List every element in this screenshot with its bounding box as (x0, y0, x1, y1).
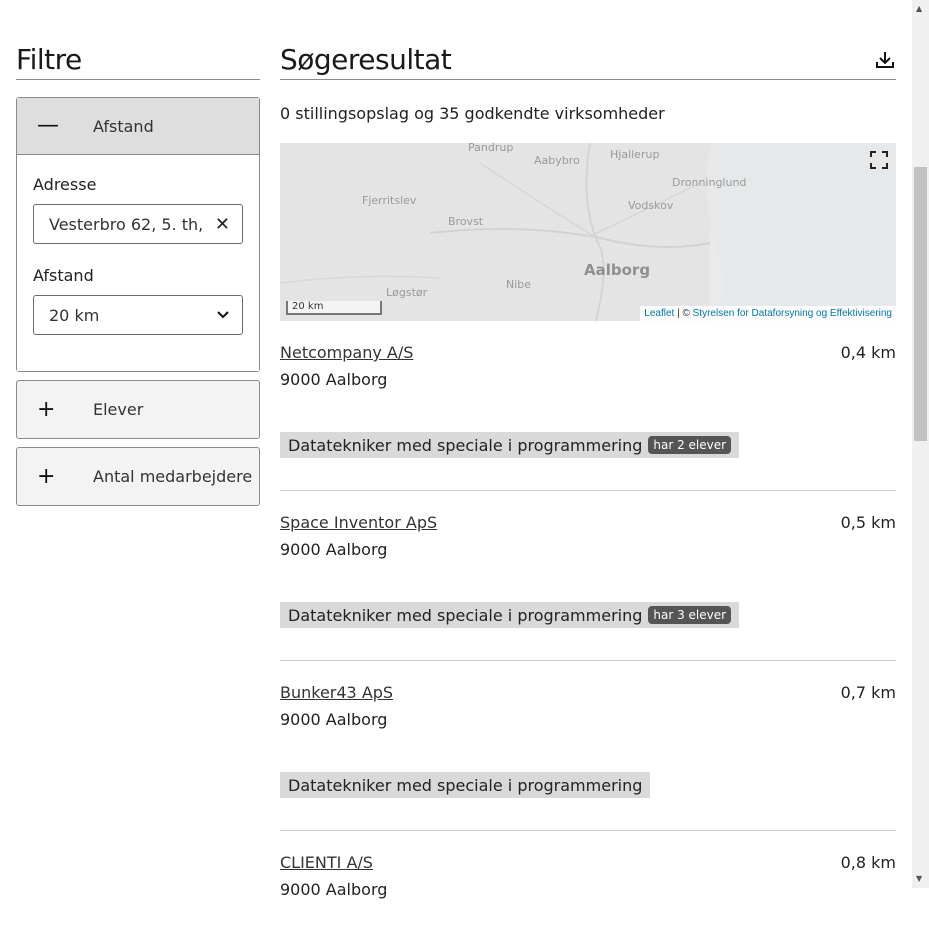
map[interactable]: Pandrup Aabybro Hjallerup Dronninglund F… (280, 143, 896, 321)
company-link[interactable]: Space Inventor ApS (280, 513, 437, 532)
company-city: 9000 Aalborg (280, 540, 388, 559)
students-badge: har 3 elever (648, 606, 732, 624)
company-link[interactable]: Bunker43 ApS (280, 683, 393, 702)
results-header: Søgeresultat (280, 40, 896, 80)
scroll-up-icon[interactable]: ▲ (916, 4, 922, 13)
accordion-students-label: Elever (93, 400, 144, 419)
results-panel: Søgeresultat 0 stillingsopslag og 35 god… (280, 40, 896, 931)
map-scale: 20 km (286, 301, 382, 315)
results-list: Netcompany A/S 0,4 km 9000 Aalborg Datat… (280, 321, 896, 931)
map-town: Hjallerup (610, 148, 660, 161)
map-town: Vodskov (628, 199, 674, 212)
company-distance: 0,7 km (840, 683, 896, 702)
map-town: Fjerritslev (362, 194, 417, 207)
education-tag: Datatekniker med speciale i programmerin… (280, 432, 740, 458)
accordion-distance-body: Adresse Vesterbro 62, 5. th, 9 ✕ Afstand… (17, 155, 259, 371)
company-link[interactable]: Netcompany A/S (280, 343, 413, 362)
leaflet-link[interactable]: Leaflet (644, 308, 674, 319)
accordion-distance: — Afstand Adresse Vesterbro 62, 5. th, 9… (16, 97, 260, 372)
map-town: Brovst (448, 215, 484, 228)
education-tag-label: Datatekniker med speciale i programmerin… (288, 605, 643, 625)
company-city: 9000 Aalborg (280, 370, 388, 389)
map-town: Løgstør (386, 286, 428, 299)
company-distance: 0,4 km (840, 343, 896, 362)
list-item: Netcompany A/S 0,4 km 9000 Aalborg Datat… (280, 321, 896, 491)
address-input[interactable]: Vesterbro 62, 5. th, 9 ✕ (33, 204, 243, 244)
map-background (280, 143, 896, 321)
accordion-distance-label: Afstand (93, 116, 154, 136)
distance-select-value: 20 km (49, 305, 100, 325)
accordion-employees-toggle[interactable]: + Antal medarbejdere (17, 448, 259, 505)
map-town: Aabybro (534, 154, 580, 167)
scrollbar-thumb[interactable] (914, 167, 927, 441)
accordion-students: + Elever (16, 380, 260, 439)
map-town: Nibe (506, 278, 532, 291)
scroll-down-icon[interactable]: ▼ (916, 874, 922, 883)
education-tag: Datatekniker med speciale i programmerin… (280, 602, 740, 628)
accordion-employees: + Antal medarbejdere (16, 447, 260, 506)
company-distance: 0,8 km (840, 853, 896, 872)
download-icon[interactable] (874, 49, 896, 71)
company-link[interactable]: CLIENTI A/S (280, 853, 373, 872)
plus-icon: + (37, 396, 56, 422)
company-city: 9000 Aalborg (280, 710, 388, 729)
education-tag-label: Datatekniker med speciale i programmerin… (288, 775, 643, 795)
company-distance: 0,5 km (840, 513, 896, 532)
minus-icon: — (37, 113, 59, 138)
distance-select[interactable]: 20 km (33, 295, 243, 335)
map-attribution: Leaflet | © Styrelsen for Dataforsyning … (640, 306, 896, 321)
results-summary: 0 stillingsopslag og 35 godkendte virkso… (280, 104, 665, 123)
map-town: Dronninglund (672, 176, 747, 189)
list-item: CLIENTI A/S 0,8 km 9000 Aalborg (280, 831, 896, 931)
results-title: Søgeresultat (280, 43, 452, 76)
filters-panel: Filtre — Afstand Adresse Vesterbro 62, 5… (16, 40, 260, 506)
accordion-students-toggle[interactable]: + Elever (17, 381, 259, 438)
plus-icon: + (37, 463, 56, 489)
education-tag-label: Datatekniker med speciale i programmerin… (288, 435, 643, 455)
address-label: Adresse (33, 175, 97, 194)
map-town: Pandrup (468, 143, 514, 154)
attribution-separator: | © (674, 308, 693, 319)
fullscreen-icon[interactable] (870, 151, 888, 169)
map-city: Aalborg (584, 261, 651, 279)
source-link[interactable]: Styrelsen for Dataforsyning og Effektivi… (693, 308, 892, 319)
chevron-down-icon (217, 311, 229, 319)
distance-label: Afstand (33, 266, 94, 285)
scrollbar[interactable]: ▲ ▼ (912, 0, 929, 888)
accordion-employees-label: Antal medarbejdere (93, 467, 253, 486)
filters-title: Filtre (16, 40, 260, 80)
accordion-distance-toggle[interactable]: — Afstand (17, 98, 259, 155)
close-icon[interactable]: ✕ (215, 214, 230, 235)
education-tag: Datatekniker med speciale i programmerin… (280, 772, 651, 798)
list-item: Bunker43 ApS 0,7 km 9000 Aalborg Datatek… (280, 661, 896, 831)
address-input-value: Vesterbro 62, 5. th, 9 (49, 214, 207, 234)
students-badge: har 2 elever (648, 436, 732, 454)
company-city: 9000 Aalborg (280, 880, 388, 899)
list-item: Space Inventor ApS 0,5 km 9000 Aalborg D… (280, 491, 896, 661)
